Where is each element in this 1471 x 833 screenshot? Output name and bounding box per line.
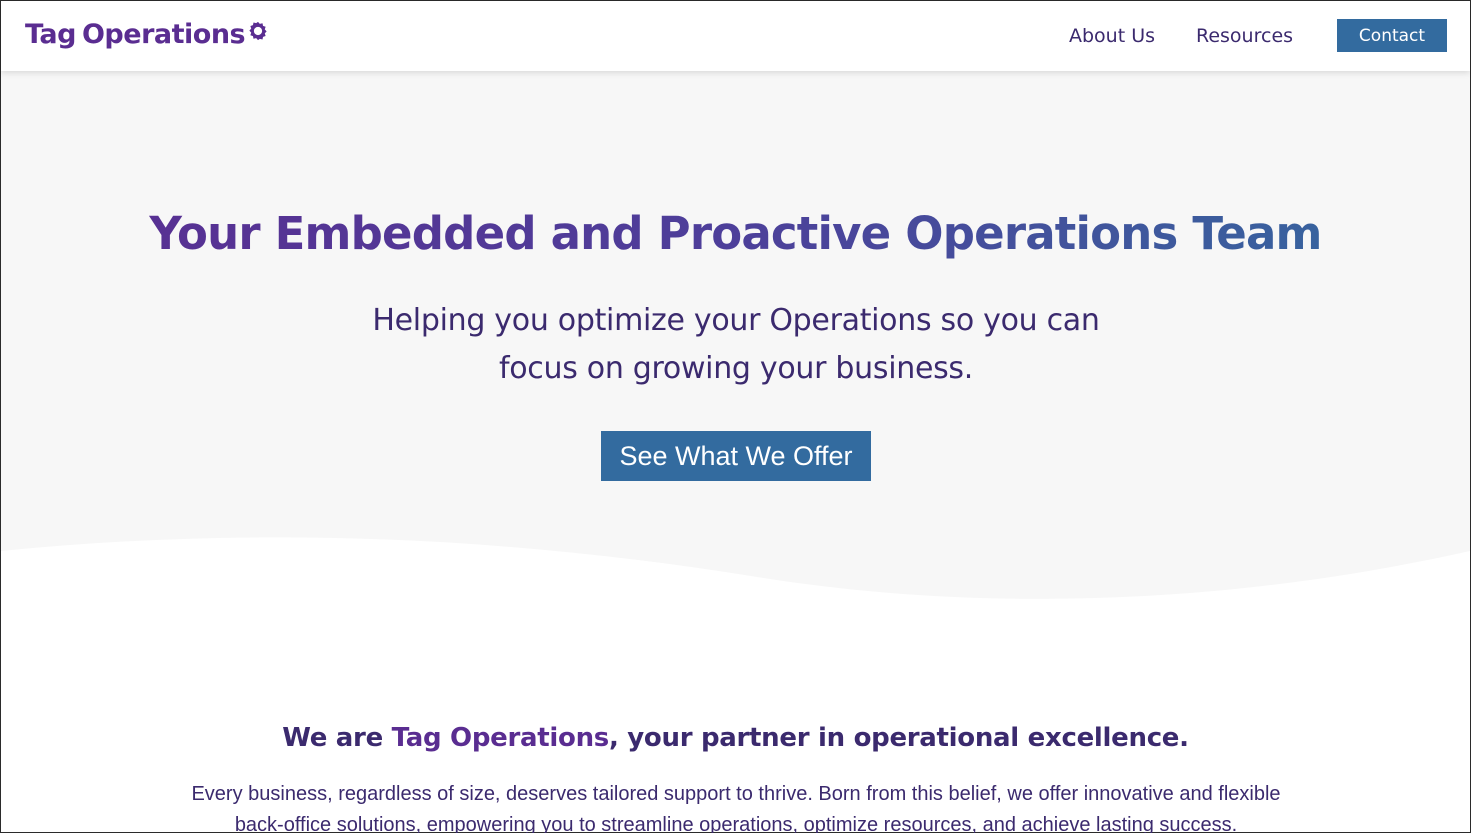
see-what-we-offer-button[interactable]: See What We Offer [601,431,871,481]
top-navbar: Tag Operations About Us Resources Contac… [1,1,1470,71]
gear-icon [249,21,267,40]
logo-text-tag: Tag [25,19,76,50]
contact-button[interactable]: Contact [1337,19,1447,52]
nav-about-us-link[interactable]: About Us [1069,25,1155,47]
brand-logo[interactable]: Tag Operations [25,19,269,50]
nav-resources-link[interactable]: Resources [1196,25,1293,47]
hero-subtitle: Helping you optimize your Operations so … [372,303,1100,386]
wave-divider [1,537,1470,621]
about-heading-brand: Tag Operations [391,723,610,753]
hero-title: Your Embedded and Proactive Operations T… [1,207,1470,260]
logo-text-operations: Operations [81,19,246,50]
about-heading: We are Tag Operations, your partner in o… [1,723,1470,753]
about-heading-prefix: We are [282,723,392,753]
about-body-text: Every business, regardless of size, dese… [191,783,1281,833]
about-heading-suffix: , your partner in operational excellence… [608,723,1189,753]
